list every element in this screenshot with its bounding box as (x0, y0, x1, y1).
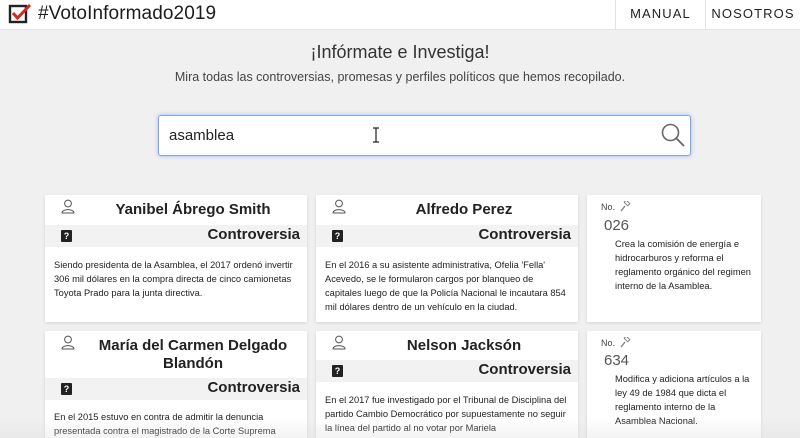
politician-name: Nelson Jacksón (406, 337, 522, 354)
question-icon: ? (332, 230, 343, 242)
type-label: Controversia (207, 379, 300, 396)
type-label: Controversia (478, 361, 571, 378)
law-number: 634 (604, 352, 630, 369)
type-bar: ? Controversia (45, 378, 307, 400)
card-description: En el 2016 a su asistente administrativa… (325, 260, 566, 312)
law-description: Modifica y adiciona artículos a la ley 4… (615, 374, 750, 426)
text-cursor-icon (373, 127, 379, 143)
type-bar: ? Controversia (45, 225, 307, 247)
politician-name: Yanibel Ábrego Smith (115, 201, 271, 218)
controversy-card[interactable]: Yanibel Ábrego Smith ? Controversia Sien… (45, 195, 307, 322)
card-description: Siendo presidenta de la Asamblea, el 201… (54, 260, 293, 298)
search-input[interactable] (169, 116, 639, 155)
search-icon[interactable] (660, 122, 686, 148)
gavel-icon (620, 337, 631, 348)
card-description: En el 2017 fue investigado por el Tribun… (325, 395, 567, 433)
law-card[interactable]: No. 026 Crea la comisión de energía e hi… (587, 195, 761, 322)
person-icon (61, 199, 75, 214)
type-label: Controversia (478, 226, 571, 243)
law-number-label: No. (601, 202, 616, 212)
law-number-label: No. (601, 338, 616, 348)
gavel-icon (620, 201, 631, 212)
controversy-card[interactable]: Nelson Jacksón ? Controversia En el 2017… (316, 331, 578, 438)
checkbox-logo-icon (8, 3, 32, 24)
politician-name: María del Carmen Delgado Blandón (98, 337, 288, 372)
type-bar: ? Controversia (316, 225, 578, 247)
search-box[interactable] (158, 115, 691, 156)
law-number: 026 (604, 217, 630, 234)
question-icon: ? (61, 383, 72, 395)
card-description: En el 2015 estuvo en contra de admitir l… (54, 412, 276, 436)
page-subtitle: Mira todas las controversias, promesas y… (174, 70, 626, 84)
nav-nosotros-link[interactable]: NOSOTROS (705, 0, 800, 30)
navbar: #VotoInformado2019 MANUAL NOSOTROS (0, 0, 800, 30)
controversy-card[interactable]: María del Carmen Delgado Blandón ? Contr… (45, 331, 307, 438)
law-card[interactable]: No. 634 Modifica y adiciona artículos a … (587, 331, 761, 438)
person-icon (61, 335, 75, 350)
controversy-card[interactable]: Alfredo Perez ? Controversia En el 2016 … (316, 195, 578, 322)
brand-title: #VotoInformado2019 (38, 3, 217, 24)
question-icon: ? (332, 365, 343, 377)
politician-name: Alfredo Perez (415, 201, 513, 218)
person-icon (332, 199, 346, 214)
type-bar: ? Controversia (316, 360, 578, 382)
law-description: Crea la comisión de energía e hidrocarbu… (615, 239, 751, 291)
nav-manual-link[interactable]: MANUAL (615, 0, 705, 30)
page-title: ¡Infórmate e Investiga! (310, 42, 490, 62)
type-label: Controversia (207, 226, 300, 243)
question-icon: ? (61, 230, 72, 242)
brand[interactable]: #VotoInformado2019 (8, 3, 216, 25)
person-icon (332, 335, 346, 350)
